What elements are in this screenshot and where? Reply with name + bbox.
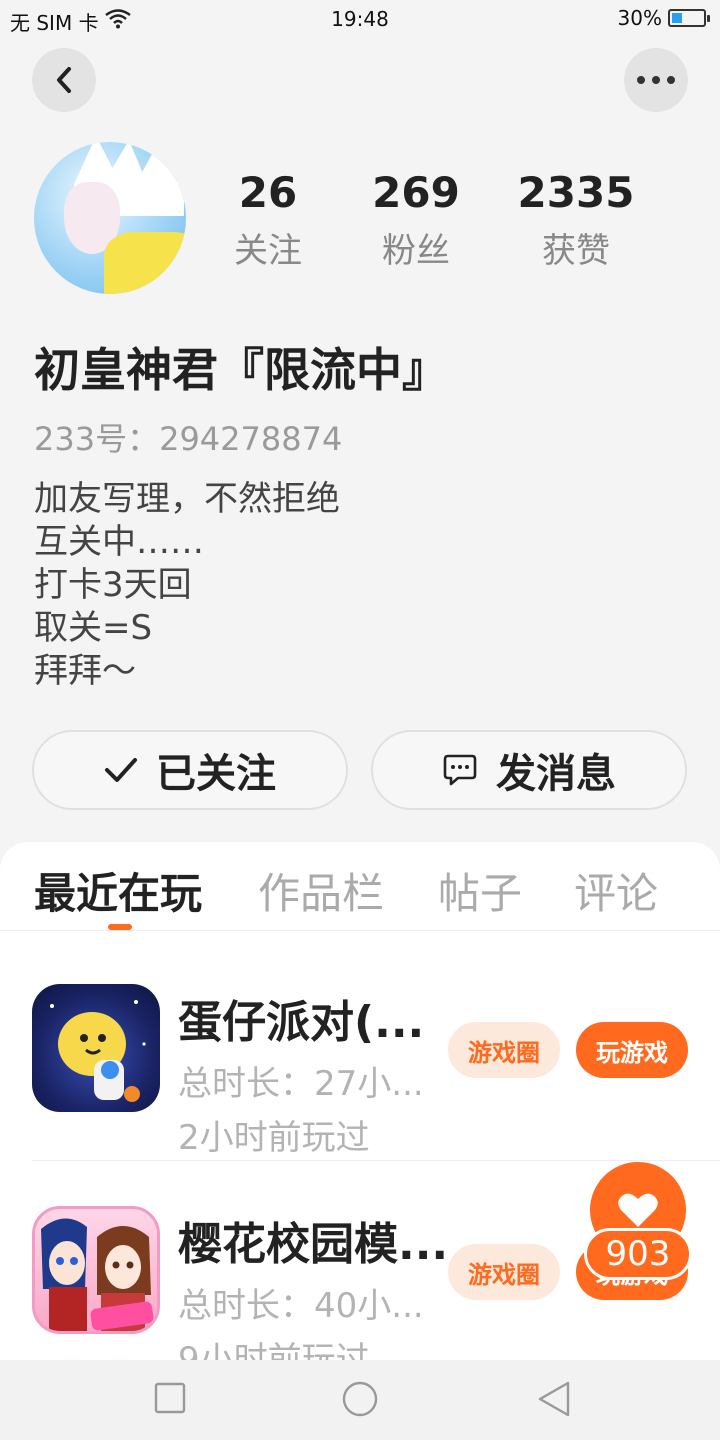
back-button[interactable] — [32, 48, 96, 112]
bio-line: 互关中…… — [34, 522, 204, 562]
heart-icon — [618, 1193, 658, 1227]
game-circle-button[interactable]: 游戏圈 — [448, 1022, 560, 1078]
tab-works[interactable]: 作品栏 — [258, 860, 384, 921]
floating-like-button[interactable]: 903 — [584, 1162, 692, 1302]
battery-icon — [668, 9, 710, 27]
back-nav-button[interactable] — [536, 1380, 572, 1422]
profile-bio: 加友写理，不然拒绝 互关中…… 打卡3天回 取关=S 拜拜～ — [34, 478, 684, 693]
stat-value: 269 — [372, 168, 460, 217]
more-button[interactable] — [624, 48, 688, 112]
game-title: 樱花校园模... — [178, 1219, 449, 1270]
chat-bubble-icon — [443, 754, 477, 786]
game-icon — [32, 984, 160, 1112]
game-icon — [32, 1206, 160, 1334]
tab-recent-play[interactable]: 最近在玩 — [34, 860, 202, 921]
more-dots-icon — [637, 76, 675, 84]
follow-label: 已关注 — [156, 751, 276, 797]
game-title: 蛋仔派对(... — [178, 997, 425, 1048]
stat-label: 关注 — [234, 231, 302, 271]
tab-comments[interactable]: 评论 — [574, 860, 658, 921]
divider — [32, 1160, 720, 1161]
like-count: 903 — [584, 1228, 692, 1280]
stat-likes[interactable]: 2335 获赞 — [506, 168, 646, 272]
game-duration: 总时长：27小... — [178, 1064, 424, 1104]
bio-line: 加友写理，不然拒绝 — [34, 479, 340, 519]
check-icon — [105, 758, 137, 782]
recent-apps-button[interactable] — [154, 1382, 186, 1418]
message-label: 发消息 — [496, 751, 616, 797]
clock: 19:48 — [331, 7, 389, 31]
avatar[interactable] — [34, 142, 186, 294]
message-button[interactable]: 发消息 — [371, 730, 687, 810]
stat-label: 粉丝 — [382, 231, 450, 271]
bio-line: 取关=S — [34, 608, 153, 648]
follow-button[interactable]: 已关注 — [32, 730, 348, 810]
stat-label: 获赞 — [542, 231, 610, 271]
triangle-back-icon — [538, 1381, 570, 1417]
stat-following[interactable]: 26 关注 — [198, 168, 338, 272]
game-duration: 总时长：40小... — [178, 1286, 424, 1326]
tab-posts[interactable]: 帖子 — [438, 860, 522, 921]
stat-followers[interactable]: 269 粉丝 — [346, 168, 486, 272]
profile-uid: 233号：294278874 — [34, 420, 343, 458]
profile-name: 初皇神君『限流中』 — [34, 343, 448, 397]
bio-line: 打卡3天回 — [34, 565, 192, 605]
square-icon — [154, 1382, 186, 1414]
divider — [0, 930, 720, 931]
chevron-left-icon — [57, 67, 71, 93]
bio-line: 拜拜～ — [34, 651, 136, 691]
game-circle-button[interactable]: 游戏圈 — [448, 1244, 560, 1300]
stat-value: 26 — [238, 168, 298, 217]
home-button[interactable] — [341, 1380, 379, 1422]
status-bar: 无 SIM 卡 19:48 30% — [0, 0, 720, 38]
play-game-button[interactable]: 玩游戏 — [576, 1022, 688, 1078]
circle-icon — [342, 1381, 378, 1417]
battery-percent: 30% — [617, 6, 662, 30]
list-item[interactable]: 蛋仔派对(... 总时长：27小... 2小时前玩过 游戏圈 玩游戏 — [0, 960, 720, 1160]
stat-value: 2335 — [517, 168, 635, 217]
system-nav-bar — [0, 1360, 720, 1440]
tab-bar: 最近在玩 作品栏 帖子 评论 — [0, 842, 720, 930]
game-last-played: 2小时前玩过 — [178, 1118, 370, 1158]
